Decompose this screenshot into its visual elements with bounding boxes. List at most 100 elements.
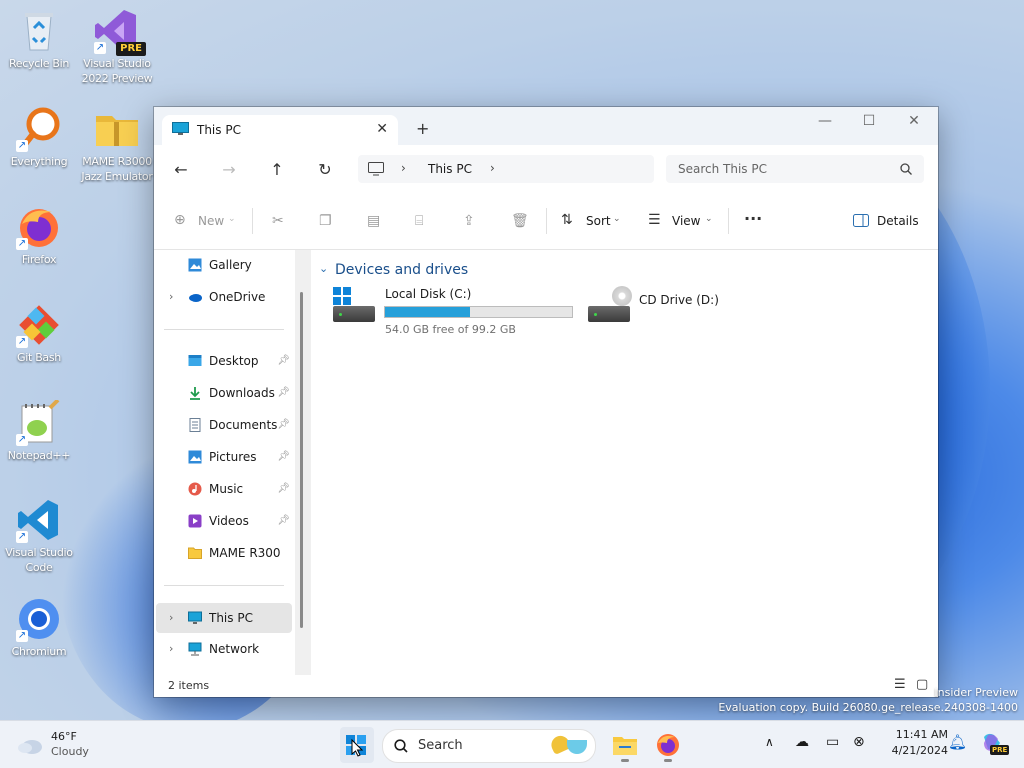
breadcrumb-chevron-icon[interactable]: ›: [490, 161, 495, 175]
nav-item-this-pc[interactable]: › This PC: [156, 603, 292, 633]
shortcut-arrow-icon: ↗: [16, 140, 28, 152]
network-disconnected-icon[interactable]: ⊗: [853, 734, 865, 750]
rename-icon[interactable]: ⌸: [415, 213, 423, 229]
maximize-button[interactable]: ☐: [854, 113, 884, 129]
minimize-button[interactable]: —: [810, 113, 840, 129]
group-collapse-chevron-icon[interactable]: ⌄: [319, 262, 328, 275]
drive-cd-d[interactable]: CD Drive (D:): [586, 286, 786, 336]
weather-widget[interactable]: 46°F Cloudy: [14, 729, 104, 761]
refresh-button[interactable]: ↻: [313, 160, 337, 179]
nav-item-documents[interactable]: Documents 📌︎: [160, 411, 292, 439]
desktop-icon-git-bash[interactable]: ↗ Git Bash: [1, 302, 77, 365]
pin-icon: 📌︎: [277, 355, 290, 366]
nav-separator: [164, 585, 284, 586]
desktop-icon-firefox[interactable]: ↗ Firefox: [1, 204, 77, 267]
nav-item-pictures[interactable]: Pictures 📌︎: [160, 443, 292, 471]
search-input[interactable]: Search This PC: [678, 162, 767, 176]
weather-temp: 46°F: [51, 730, 77, 743]
back-button[interactable]: ←: [169, 160, 193, 179]
taskbar-firefox[interactable]: [653, 727, 683, 763]
pin-icon: 📌︎: [277, 451, 290, 462]
large-icons-view-icon[interactable]: ▢: [916, 677, 928, 692]
content-pane: ⌄ Devices and drives Local Disk (C:) 54.…: [311, 250, 938, 675]
expand-chevron-icon[interactable]: ›: [169, 290, 173, 303]
downloads-arrow-icon: [190, 387, 200, 400]
windows-logo-icon: [333, 287, 351, 305]
taskbar-file-explorer[interactable]: [610, 727, 640, 763]
delete-icon[interactable]: 🗑︎: [511, 213, 529, 229]
drive-usage-bar: [384, 306, 573, 318]
details-view-icon[interactable]: ☰: [894, 677, 906, 692]
title-bar: This PC ✕ + — ☐ ✕: [154, 107, 938, 145]
show-hidden-icons-chevron-icon[interactable]: ∧: [765, 735, 774, 749]
up-button[interactable]: ↑: [265, 160, 289, 179]
drive-name: CD Drive (D:): [639, 293, 719, 307]
clock[interactable]: 11:41 AM 4/21/2024: [878, 727, 948, 761]
desktop-icon-vscode[interactable]: ↗ Visual Studio Code: [1, 497, 77, 575]
more-options-button[interactable]: ···: [744, 209, 762, 228]
cut-icon[interactable]: ✂: [272, 213, 284, 229]
share-icon[interactable]: ⇪: [463, 213, 475, 229]
drive-local-disk-c[interactable]: Local Disk (C:) 54.0 GB free of 99.2 GB: [331, 286, 576, 336]
copilot-pre-badge: PRE: [990, 745, 1010, 755]
network-icon: [188, 642, 202, 656]
status-bar: 2 items ☰ ▢: [154, 675, 938, 697]
search-box[interactable]: Search This PC: [666, 155, 924, 183]
pictures-icon: [188, 450, 202, 464]
file-explorer-window: This PC ✕ + — ☐ ✕ ← → ↑ ↻ › This PC › Se…: [154, 107, 938, 697]
watermark-line1: Insider Preview: [934, 686, 1018, 699]
view-button[interactable]: View: [672, 214, 700, 228]
desktop-icon-mame[interactable]: MAME R3000 Jazz Emulator: [79, 106, 155, 184]
nav-separator: [164, 329, 284, 330]
watermark-line2: Evaluation copy. Build 26080.ge_release.…: [718, 701, 1018, 714]
start-button[interactable]: [340, 727, 374, 763]
breadcrumb-this-pc[interactable]: This PC: [428, 162, 472, 176]
new-button[interactable]: New: [198, 214, 224, 228]
git-bash-icon: ↗: [16, 302, 62, 348]
desktop-icon-chromium[interactable]: ↗ Chromium: [1, 596, 77, 659]
taskbar-search[interactable]: Search: [382, 729, 596, 763]
desktop-icon-recycle-bin[interactable]: Recycle Bin: [1, 8, 77, 71]
nav-item-downloads[interactable]: Downloads 📌︎: [160, 379, 292, 407]
desktop-icon-notepad-plus-plus[interactable]: ↗ Notepad++: [1, 398, 77, 463]
close-window-button[interactable]: ✕: [899, 113, 929, 129]
desktop-icon-everything[interactable]: ↗ Everything: [1, 106, 77, 169]
nav-item-network[interactable]: › Network: [160, 635, 292, 663]
desktop-icon-label: Visual Studio 2022 Preview: [81, 57, 153, 85]
nav-item-mame-folder[interactable]: MAME R3000 Jazz Emulator: [160, 539, 292, 567]
nav-scroll-thumb[interactable]: [300, 292, 303, 628]
view-chevron-icon: ⌄: [705, 214, 713, 224]
display-icon[interactable]: ▭: [826, 734, 839, 750]
documents-icon: [189, 418, 201, 432]
forward-button[interactable]: →: [217, 160, 241, 179]
nav-scrollbar[interactable]: [295, 250, 311, 675]
address-bar[interactable]: › This PC ›: [358, 155, 654, 183]
folder-icon: [188, 547, 202, 559]
running-indicator: [621, 759, 629, 762]
tab-this-pc[interactable]: This PC ✕: [162, 115, 398, 145]
section-title[interactable]: Devices and drives: [335, 262, 468, 278]
nav-item-gallery[interactable]: Gallery: [160, 251, 292, 279]
copy-icon[interactable]: ❐: [319, 213, 332, 229]
close-tab-icon[interactable]: ✕: [376, 121, 388, 137]
gallery-icon: [188, 258, 202, 272]
desktop-icon-visual-studio-preview[interactable]: PRE ↗ Visual Studio 2022 Preview: [79, 8, 155, 86]
pin-icon: 📌︎: [277, 483, 290, 494]
zip-folder-icon: [94, 106, 140, 152]
copilot-button[interactable]: PRE: [980, 731, 1010, 757]
nav-item-onedrive[interactable]: › OneDrive: [160, 283, 292, 311]
nav-item-desktop[interactable]: Desktop 📌︎: [160, 347, 292, 375]
onedrive-offline-icon[interactable]: ☁: [795, 734, 809, 750]
new-tab-button[interactable]: +: [416, 119, 429, 138]
shortcut-arrow-icon: ↗: [94, 42, 106, 54]
expand-chevron-icon[interactable]: ›: [169, 642, 173, 655]
nav-item-music[interactable]: Music 📌︎: [160, 475, 292, 503]
nav-item-videos[interactable]: Videos 📌︎: [160, 507, 292, 535]
expand-chevron-icon[interactable]: ›: [169, 611, 173, 624]
paste-icon[interactable]: ▤: [367, 213, 380, 229]
sort-button[interactable]: Sort: [586, 214, 611, 228]
details-button[interactable]: Details: [877, 214, 919, 228]
pin-icon: 📌︎: [277, 515, 290, 526]
drive-name: Local Disk (C:): [385, 287, 472, 301]
notification-bell-icon[interactable]: 🔔︎: [948, 733, 967, 751]
